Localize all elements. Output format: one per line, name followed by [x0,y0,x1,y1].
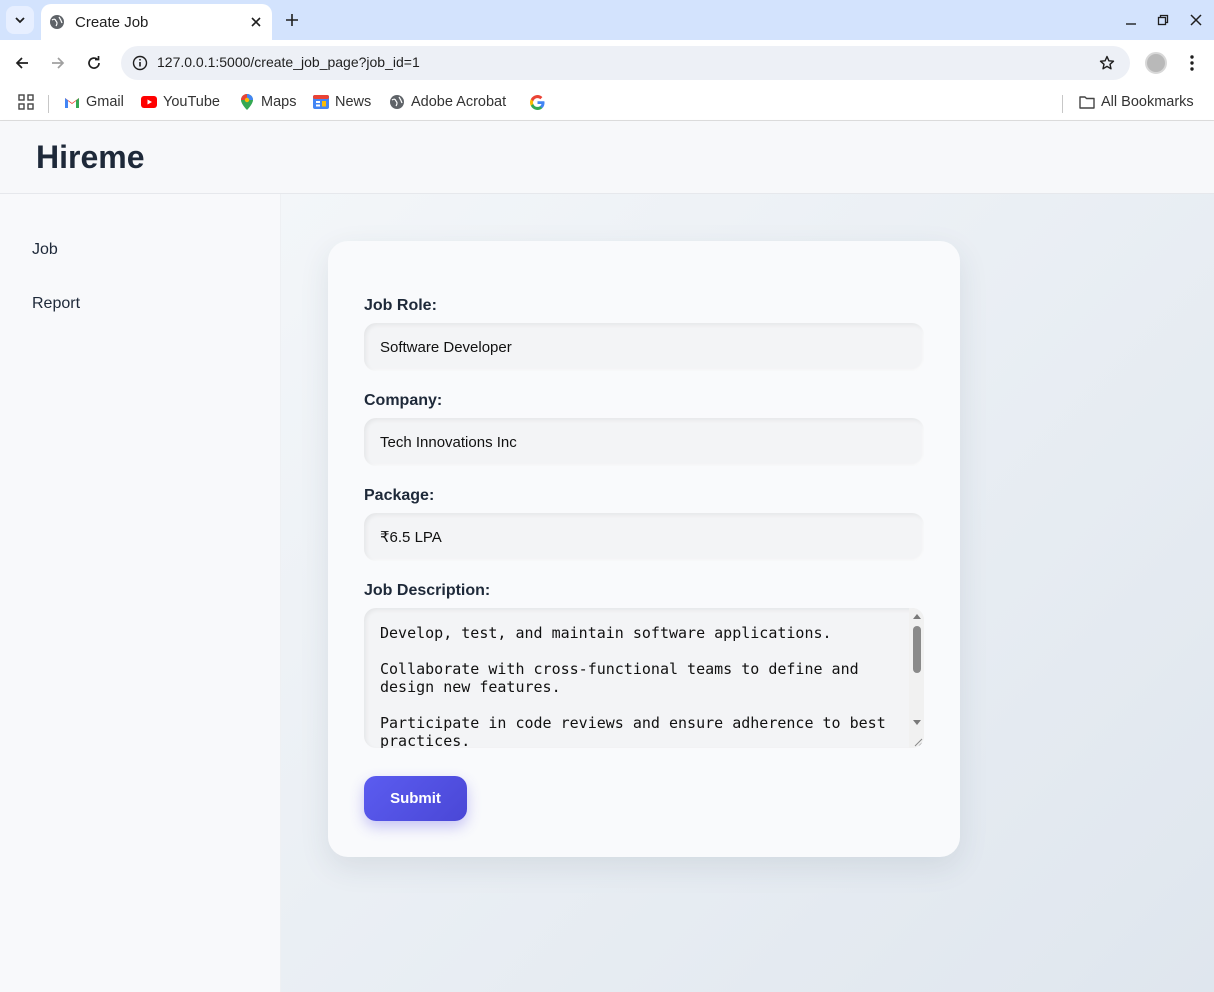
tab-title: Create Job [75,13,149,31]
bookmark-separator [48,95,49,113]
folder-icon [1079,94,1095,110]
back-button[interactable] [8,49,36,77]
browser-toolbar: 127.0.0.1:5000/create_job_page?job_id=1 [0,40,1214,86]
arrow-right-icon [52,57,65,69]
create-job-form: Job Role: Software Developer Company: Te… [328,241,960,857]
textarea-scrollbar[interactable] [909,608,924,748]
close-window-button[interactable] [1184,8,1208,32]
company-label: Company: [364,392,443,409]
package-input[interactable]: ₹6.5 LPA [364,513,924,561]
bookmark-label: Adobe Acrobat [411,94,507,110]
package-label: Package: [364,487,435,504]
resize-handle[interactable] [909,733,924,748]
tab-search-button[interactable] [6,6,34,34]
scroll-down-arrow-icon[interactable] [913,720,921,725]
apps-grid-icon [18,94,34,110]
address-bar[interactable]: 127.0.0.1:5000/create_job_page?job_id=1 [121,46,1130,80]
bookmark-google[interactable] [529,91,551,113]
brand-logo[interactable]: Hireme [36,139,145,176]
profile-avatar[interactable] [1145,52,1167,74]
youtube-icon [141,94,157,110]
job-description-label: Job Description: [364,582,491,599]
restore-button[interactable] [1151,8,1175,32]
job-role-input[interactable]: Software Developer [364,323,924,371]
sidebar: Job Report [0,194,281,992]
close-icon[interactable] [244,10,268,34]
all-bookmarks-label: All Bookmarks [1101,94,1194,110]
resize-grip-icon [914,738,923,747]
url-text: 127.0.0.1:5000/create_job_page?job_id=1 [157,54,420,70]
bookmarks-bar: Gmail YouTube Maps News Adobe Acrobat Al… [0,86,1214,121]
scroll-up-arrow-icon[interactable] [913,614,921,619]
browser-tab[interactable]: Create Job [41,4,272,40]
star-icon[interactable] [1096,52,1118,74]
bookmark-youtube[interactable]: YouTube [141,91,220,113]
bookmark-adobe-acrobat[interactable]: Adobe Acrobat [389,91,506,113]
maps-icon [239,94,255,110]
bookmark-label: Gmail [86,94,124,110]
app-header: Hireme [0,121,1214,194]
new-tab-button[interactable] [280,8,304,32]
apps-button[interactable] [18,91,34,113]
minimize-icon [1126,23,1136,25]
globe-icon [50,15,64,29]
bookmark-maps[interactable]: Maps [239,91,296,113]
job-role-label: Job Role: [364,297,437,314]
globe-icon [389,94,405,110]
scrollbar-thumb[interactable] [913,626,921,673]
arrow-left-icon [15,57,28,69]
submit-button[interactable]: Submit [364,776,467,821]
more-vertical-icon [1190,55,1194,71]
bookmark-separator [1062,95,1063,113]
browser-menu-button[interactable] [1180,51,1204,75]
chevron-down-icon [15,17,25,24]
bookmark-news[interactable]: News [313,91,371,113]
bookmark-gmail[interactable]: Gmail [64,91,124,113]
close-icon [1190,14,1202,26]
all-bookmarks-button[interactable]: All Bookmarks [1079,91,1194,113]
google-icon [529,94,545,110]
job-description-text: Develop, test, and maintain software app… [380,624,886,748]
job-description-textarea[interactable]: Develop, test, and maintain software app… [364,608,924,748]
plus-icon [286,14,298,26]
bookmark-label: YouTube [163,94,220,110]
sidebar-item-job[interactable]: Job [32,241,58,259]
company-input[interactable]: Tech Innovations Inc [364,418,924,466]
news-icon [313,94,329,110]
reload-button[interactable] [80,49,108,77]
gmail-icon [64,94,80,110]
bookmark-label: Maps [261,94,297,110]
sidebar-item-report[interactable]: Report [32,295,80,313]
forward-button[interactable] [44,49,72,77]
restore-icon [1157,14,1169,26]
site-info-icon[interactable] [127,50,153,76]
main-content: Job Role: Software Developer Company: Te… [281,194,1214,992]
browser-tab-bar: Create Job [0,0,1214,40]
minimize-button[interactable] [1119,8,1143,32]
reload-icon [88,56,100,69]
bookmark-label: News [335,94,372,110]
